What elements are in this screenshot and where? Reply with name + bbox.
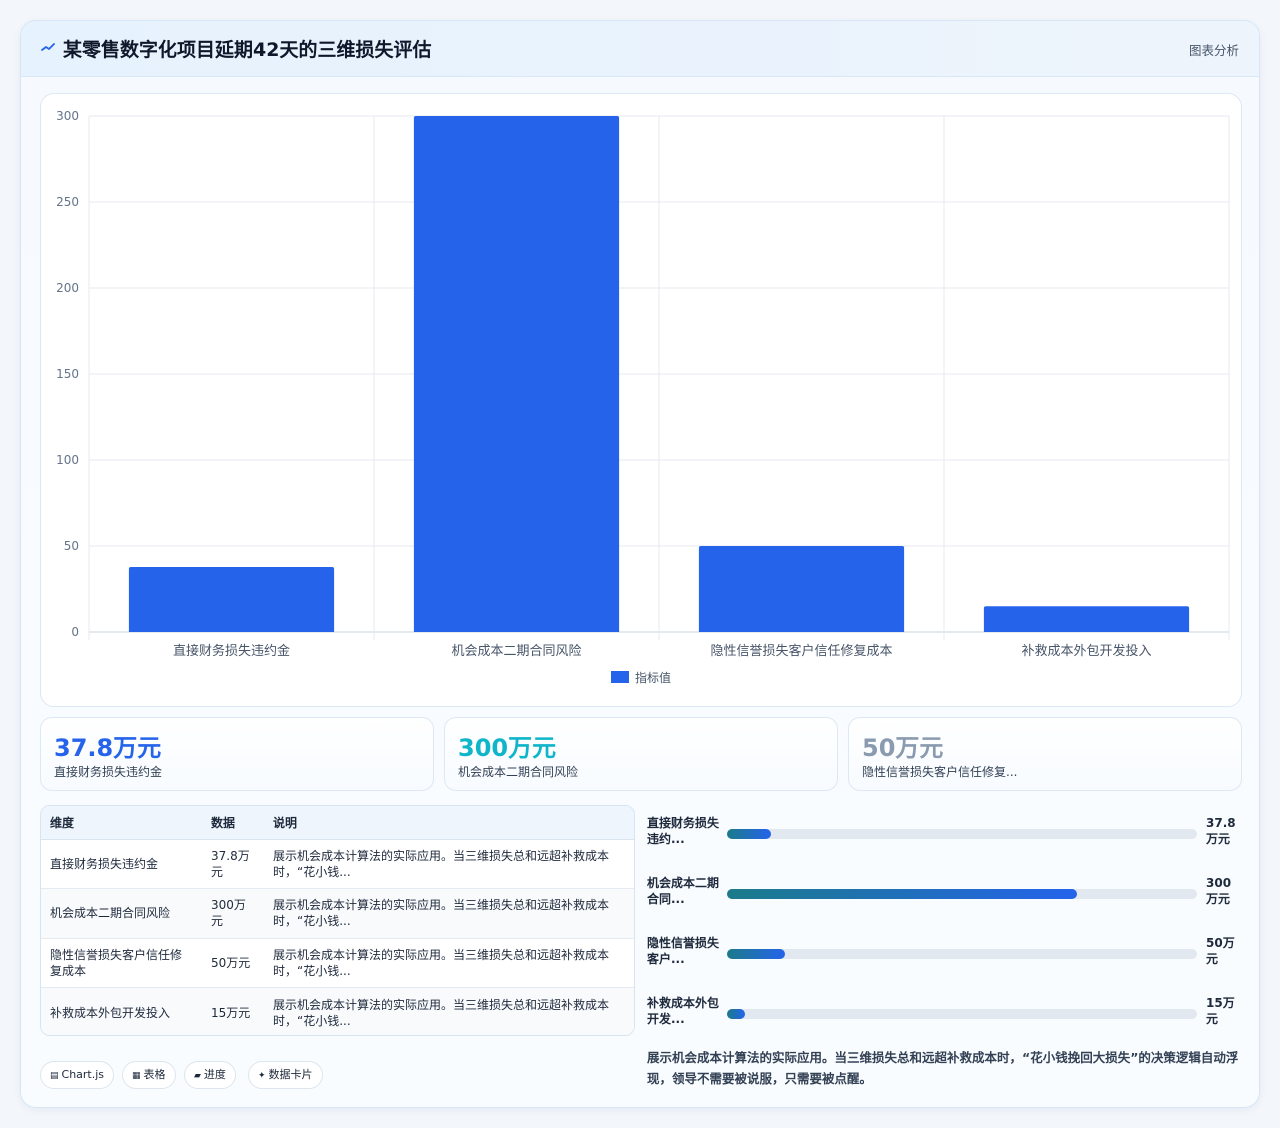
stat-label: 隐性信誉损失客户信任修复... (862, 765, 1018, 779)
sparkle-icon: ✦ (258, 1071, 266, 1081)
cell-dimension: 机会成本二期合同风险 (41, 888, 202, 939)
progress-fill (727, 889, 1077, 899)
tag-label: 进度 (203, 1068, 226, 1081)
table-header-row: 维度 数据 说明 (41, 806, 634, 840)
cell-dimension: 隐性信誉损失客户信任修复成本 (41, 938, 202, 988)
stat-value: 37.8万元 (54, 734, 162, 762)
bar (698, 546, 905, 632)
card-header: 某零售数字化项目延期42天的三维损失评估 图表分析 (21, 21, 1259, 77)
bar (413, 116, 620, 632)
cell-description: 展示机会成本计算法的实际应用。当三维损失总和远超补救成本时，“花小钱... (273, 997, 610, 1028)
x-tick-label: 补救成本外包开发投入 (1021, 643, 1151, 659)
chart-icon: ▤ (50, 1071, 59, 1081)
report-card: 某零售数字化项目延期42天的三维损失评估 图表分析 0 50 100 150 200 25… (20, 20, 1260, 1108)
progress-value: 37.8万元 (1206, 816, 1236, 846)
summary-note: 展示机会成本计算法的实际应用。当三维损失总和远超补救成本时，“花小钱挽回大损失”… (647, 1050, 1239, 1086)
progress-track (727, 949, 1197, 959)
tag-chartjs[interactable]: ▤ Chart.js (40, 1061, 115, 1089)
page-title: 某零售数字化项目延期42天的三维损失评估 (63, 39, 432, 61)
column-header: 说明 (264, 806, 634, 840)
x-tick-label: 隐性信誉损失客户信任修复成本 (710, 643, 892, 659)
cell-dimension: 直接财务损失违约金 (41, 839, 202, 889)
progress-value: 50万元 (1206, 936, 1235, 966)
cell-description: 展示机会成本计算法的实际应用。当三维损失总和远超补救成本时，“花小钱... (264, 888, 634, 939)
cell-data: 50万元 (202, 938, 264, 988)
y-tick-label: 50 (64, 539, 79, 553)
chart-analysis-button[interactable]: 图表分析 (1189, 40, 1239, 59)
stat-value: 50万元 (862, 734, 944, 762)
progress-fill (727, 949, 786, 959)
progress-label: 补救成本外包开发... (647, 996, 720, 1026)
y-tick-label: 250 (56, 195, 79, 209)
progress-label: 直接财务损失违约... (647, 816, 720, 846)
tag-label: 表格 (143, 1068, 166, 1081)
y-tick-label: 150 (56, 367, 79, 381)
progress-icon: ▰ (194, 1071, 201, 1081)
y-tick-label: 200 (56, 281, 79, 295)
progress-row: 隐性信誉损失客户... 50万元 (647, 935, 1241, 975)
data-table-container: 维度 数据 说明 直接财务损失违约金 37.8万元 展示机会成本计算法的实际应用… (40, 805, 635, 1036)
table-row: 隐性信誉损失客户信任修复成本 50万元 展示机会成本计算法的实际应用。当三维损失… (41, 938, 634, 988)
progress-fill (727, 829, 772, 839)
x-tick-label: 机会成本二期合同风险 (451, 644, 581, 659)
progress-track (727, 829, 1197, 839)
cell-data: 37.8万元 (202, 839, 264, 889)
x-tick-label: 直接财务损失违约金 (173, 643, 290, 659)
stat-card-opportunity: 300万元 机会成本二期合同风险 (444, 717, 838, 791)
tag-label: 数据卡片 (268, 1068, 313, 1081)
cell-dimension: 补救成本外包开发投入 (50, 1005, 171, 1020)
y-tick-label: 0 (71, 625, 79, 639)
data-table: 维度 数据 说明 直接财务损失违约金 37.8万元 展示机会成本计算法的实际应用… (41, 806, 634, 1035)
progress-track (727, 1009, 1197, 1019)
tag-data-card[interactable]: ✦ 数据卡片 (248, 1061, 323, 1089)
table-row: 直接财务损失违约金 37.8万元 展示机会成本计算法的实际应用。当三维损失总和远… (41, 839, 634, 889)
progress-track (727, 889, 1197, 899)
cell-data: 300万元 (202, 888, 264, 939)
tag-progress[interactable]: ▰ 进度 (184, 1061, 236, 1089)
stat-label: 机会成本二期合同风险 (458, 765, 579, 779)
tag-table[interactable]: ▦ 表格 (122, 1061, 176, 1089)
cell-data: 15万元 (211, 1005, 251, 1020)
tag-label: Chart.js (61, 1068, 105, 1081)
progress-label: 隐性信誉损失客户... (647, 936, 720, 966)
progress-label: 机会成本二期合同... (647, 876, 720, 906)
table-row: 机会成本二期合同风险 300万元 展示机会成本计算法的实际应用。当三维损失总和远… (41, 888, 634, 939)
progress-row: 直接财务损失违约... 37.8万元 (647, 815, 1241, 855)
stat-value: 300万元 (458, 734, 557, 762)
y-tick-label: 100 (56, 453, 79, 467)
trend-icon (41, 43, 55, 51)
stat-label: 直接财务损失违约金 (54, 765, 163, 779)
progress-row: 机会成本二期合同... 300万元 (647, 875, 1241, 915)
table-row: 补救成本外包开发投入 15万元 展示机会成本计算法的实际应用。当三维损失总和远超… (41, 987, 634, 1035)
progress-fill (727, 1009, 745, 1019)
table-icon: ▦ (132, 1071, 141, 1081)
stat-card-financial: 37.8万元 直接财务损失违约金 (40, 717, 434, 791)
column-header: 数据 (202, 806, 264, 840)
bar (983, 606, 1190, 632)
progress-row: 补救成本外包开发... 15万元 (647, 995, 1241, 1035)
bar-chart-panel: 0 50 100 150 200 250 300 直接财务损失违约金 机会成本二期合同风险 隐性信… (40, 93, 1242, 707)
cell-description: 展示机会成本计算法的实际应用。当三维损失总和远超补救成本时，“花小钱... (264, 839, 634, 889)
progress-list: 直接财务损失违约... 37.8万元 机会成本二期合同... 300万元 隐性信… (647, 805, 1241, 1045)
stat-card-reputation: 50万元 隐性信誉损失客户信任修复... (848, 717, 1242, 791)
progress-value: 300万元 (1206, 876, 1232, 906)
legend-label: 指标值 (635, 670, 671, 685)
bar (128, 566, 335, 632)
y-tick-label: 300 (56, 109, 79, 123)
progress-value: 15万元 (1206, 996, 1235, 1026)
cell-description: 展示机会成本计算法的实际应用。当三维损失总和远超补救成本时，“花小钱... (264, 938, 634, 988)
legend-swatch (611, 671, 629, 683)
column-header: 维度 (41, 806, 202, 840)
bar-chart: 0 50 100 150 200 250 300 直接财务损失违约金 机会成本二期合同风险 隐性信… (56, 109, 1230, 685)
